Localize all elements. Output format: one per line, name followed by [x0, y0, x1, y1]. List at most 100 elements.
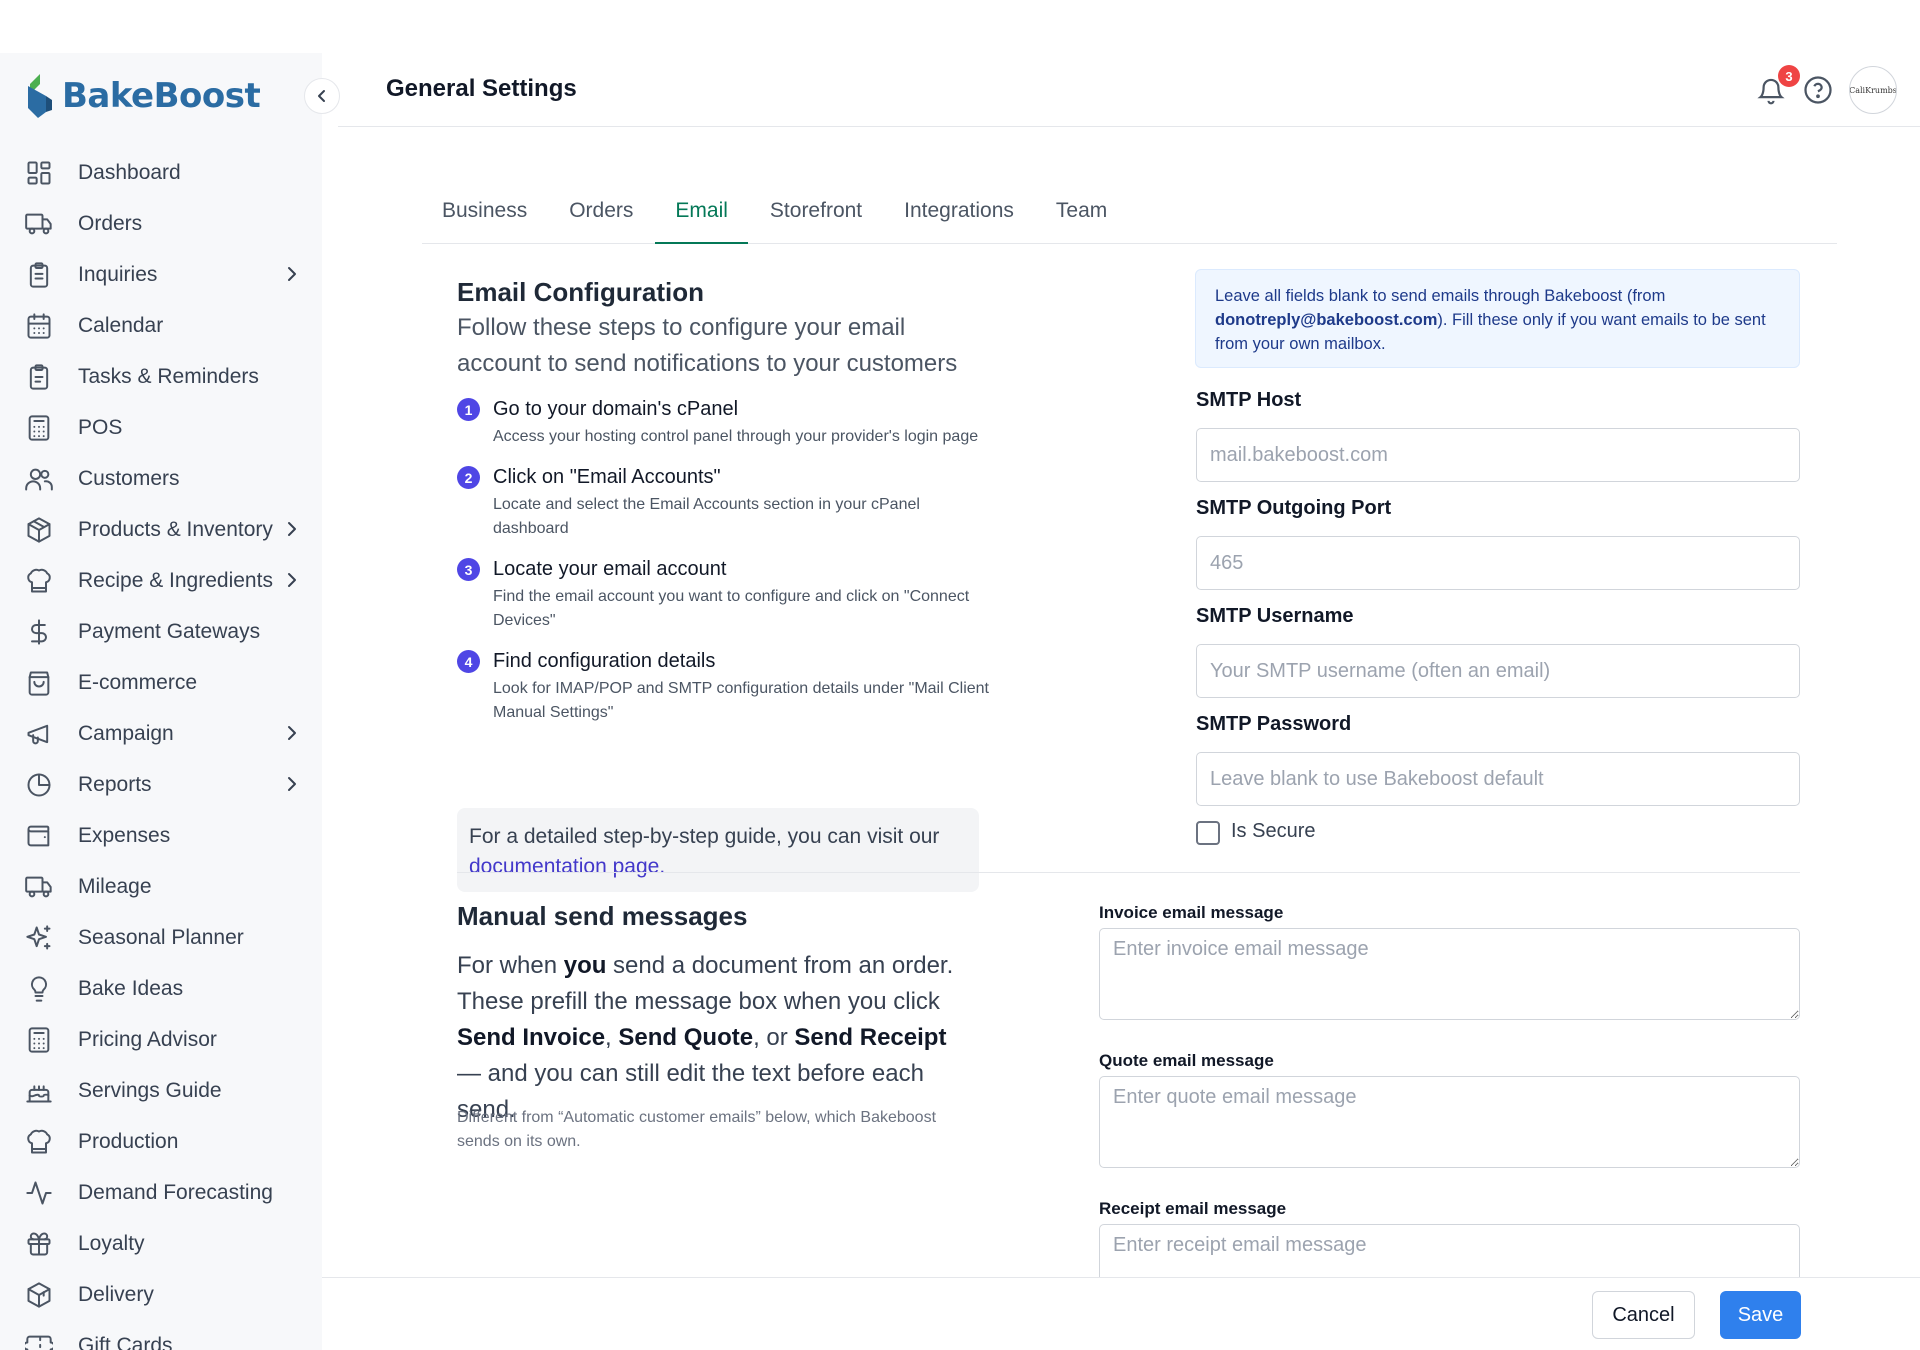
info-email: donotreply@bakeboost.com [1215, 311, 1438, 329]
sidebar-item-production[interactable]: Production [0, 1116, 322, 1167]
sidebar-item-seasonal-planner[interactable]: Seasonal Planner [0, 912, 322, 963]
chevron-right-icon[interactable] [280, 262, 304, 286]
config-step: 3 Locate your email account Find the email… [457, 555, 997, 633]
sidebar-item-mileage[interactable]: Mileage [0, 861, 322, 912]
ms-you: you [563, 952, 607, 979]
sidebar-item-label: Expenses [78, 823, 171, 847]
calculator-icon [24, 413, 54, 443]
cancel-button[interactable]: Cancel [1592, 1291, 1695, 1339]
sidebar-item-orders[interactable]: Orders [0, 198, 322, 249]
smtp-info-box: Leave all fields blank to send emails th… [1195, 269, 1800, 368]
sidebar-item-label: Dashboard [78, 160, 181, 184]
sidebar-item-delivery[interactable]: Delivery [0, 1269, 322, 1320]
ms-send-quote: Send Quote [618, 1024, 754, 1051]
truck-icon [24, 872, 54, 902]
sidebar-item-customers[interactable]: Customers [0, 453, 322, 504]
sidebar-item-label: Delivery [78, 1282, 154, 1306]
sidebar-item-servings-guide[interactable]: Servings Guide [0, 1065, 322, 1116]
sidebar-item-pricing-advisor[interactable]: Pricing Advisor [0, 1014, 322, 1065]
sidebar-item-recipe-ingredients[interactable]: Recipe & Ingredients [0, 555, 322, 606]
sidebar-item-products-inventory[interactable]: Products & Inventory [0, 504, 322, 555]
invoice-message-textarea[interactable] [1099, 928, 1800, 1020]
smtp-port-input[interactable] [1196, 536, 1800, 590]
sidebar-item-label: Payment Gateways [78, 619, 261, 643]
help-button[interactable] [1803, 75, 1835, 107]
wallet-icon [24, 821, 54, 851]
sidebar-item-loyalty[interactable]: Loyalty [0, 1218, 322, 1269]
receipt-message-label: Receipt email message [1099, 1199, 1287, 1218]
is-secure-checkbox[interactable] [1196, 821, 1220, 845]
ms-send-invoice: Send Invoice [457, 1024, 606, 1051]
smtp-host-input[interactable] [1196, 428, 1800, 482]
cake-icon [24, 1076, 54, 1106]
tab-email[interactable]: Email [655, 186, 748, 244]
sidebar-item-dashboard[interactable]: Dashboard [0, 147, 322, 198]
clipboard-check-icon [24, 362, 54, 392]
smtp-password-input[interactable] [1196, 752, 1800, 806]
tab-team[interactable]: Team [1036, 186, 1127, 244]
sidebar-item-gift-cards[interactable]: Gift Cards [0, 1320, 322, 1350]
tab-storefront[interactable]: Storefront [750, 186, 882, 244]
sidebar-item-label: POS [78, 415, 123, 439]
sidebar-item-pos[interactable]: POS [0, 402, 322, 453]
chevron-right-icon[interactable] [280, 517, 304, 541]
email-config-subtitle: Follow these steps to configure your ema… [457, 314, 958, 377]
users-icon [24, 464, 54, 494]
sidebar-item-label: E-commerce [78, 670, 198, 694]
sidebar-item-bake-ideas[interactable]: Bake Ideas [0, 963, 322, 1014]
sidebar-item-label: Demand Forecasting [78, 1180, 273, 1204]
pie-chart-icon [24, 770, 54, 800]
chevron-right-icon[interactable] [280, 721, 304, 745]
sidebar-item-demand-forecasting[interactable]: Demand Forecasting [0, 1167, 322, 1218]
sidebar-item-calendar[interactable]: Calendar [0, 300, 322, 351]
sidebar-item-e-commerce[interactable]: E-commerce [0, 657, 322, 708]
step-description: Find the email account you want to confi… [493, 588, 970, 629]
sidebar-item-label: Gift Cards [78, 1333, 173, 1350]
chevron-right-icon[interactable] [280, 568, 304, 592]
sidebar-item-campaign[interactable]: Campaign [0, 708, 322, 759]
avatar[interactable]: CaliKrumbs [1849, 66, 1897, 114]
sidebar: BakeBoost Dashboard Orders Inquiries Calend… [0, 53, 322, 1350]
notification-badge: 3 [1778, 65, 1800, 87]
step-title: Click on "Email Accounts" [493, 466, 721, 488]
sidebar-item-label: Inquiries [78, 262, 158, 286]
sidebar-item-tasks-reminders[interactable]: Tasks & Reminders [0, 351, 322, 402]
quote-message-textarea[interactable] [1099, 1076, 1800, 1168]
sidebar-item-label: Mileage [78, 874, 152, 898]
sidebar-item-label: Servings Guide [78, 1078, 222, 1102]
config-step: 4 Find configuration details Look for IMAP… [457, 647, 997, 725]
footer-bar: Cancel Save [322, 1277, 1920, 1350]
smtp-username-input[interactable] [1196, 644, 1800, 698]
sidebar-item-label: Campaign [78, 721, 174, 745]
guide-text: For a detailed step-by-step guide, you c… [469, 825, 940, 848]
email-config-title: Email Configuration [457, 277, 704, 307]
tab-business[interactable]: Business [422, 186, 547, 244]
sidebar-item-label: Tasks & Reminders [78, 364, 259, 388]
logo[interactable]: BakeBoost [22, 71, 261, 121]
save-button[interactable]: Save [1720, 1291, 1801, 1339]
tab-integrations[interactable]: Integrations [884, 186, 1034, 244]
tab-orders[interactable]: Orders [549, 186, 653, 244]
config-steps: 1 Go to your domain's cPanel Access your h… [457, 395, 997, 739]
info-text-prefix: Leave all fields blank to send emails th… [1215, 287, 1666, 305]
step-description: Look for IMAP/POP and SMTP configuration… [493, 680, 989, 721]
calendar-icon [24, 311, 54, 341]
truck-icon [24, 209, 54, 239]
sidebar-item-label: Products & Inventory [78, 517, 273, 541]
step-number: 1 [457, 398, 480, 421]
sidebar-item-label: Pricing Advisor [78, 1027, 217, 1051]
sidebar-item-label: Loyalty [78, 1231, 145, 1255]
smtp-host-label: SMTP Host [1196, 389, 1302, 411]
sidebar-item-payment-gateways[interactable]: Payment Gateways [0, 606, 322, 657]
sidebar-item-reports[interactable]: Reports [0, 759, 322, 810]
collapse-sidebar-button[interactable] [304, 78, 340, 114]
manual-send-title: Manual send messages [457, 901, 748, 931]
chef-hat-icon [24, 1127, 54, 1157]
sidebar-item-inquiries[interactable]: Inquiries [0, 249, 322, 300]
gift-icon [24, 1229, 54, 1259]
clipboard-icon [24, 260, 54, 290]
documentation-link[interactable]: documentation page. [469, 855, 665, 878]
chevron-right-icon[interactable] [280, 772, 304, 796]
chevron-left-icon [318, 90, 325, 102]
sidebar-item-expenses[interactable]: Expenses [0, 810, 322, 861]
